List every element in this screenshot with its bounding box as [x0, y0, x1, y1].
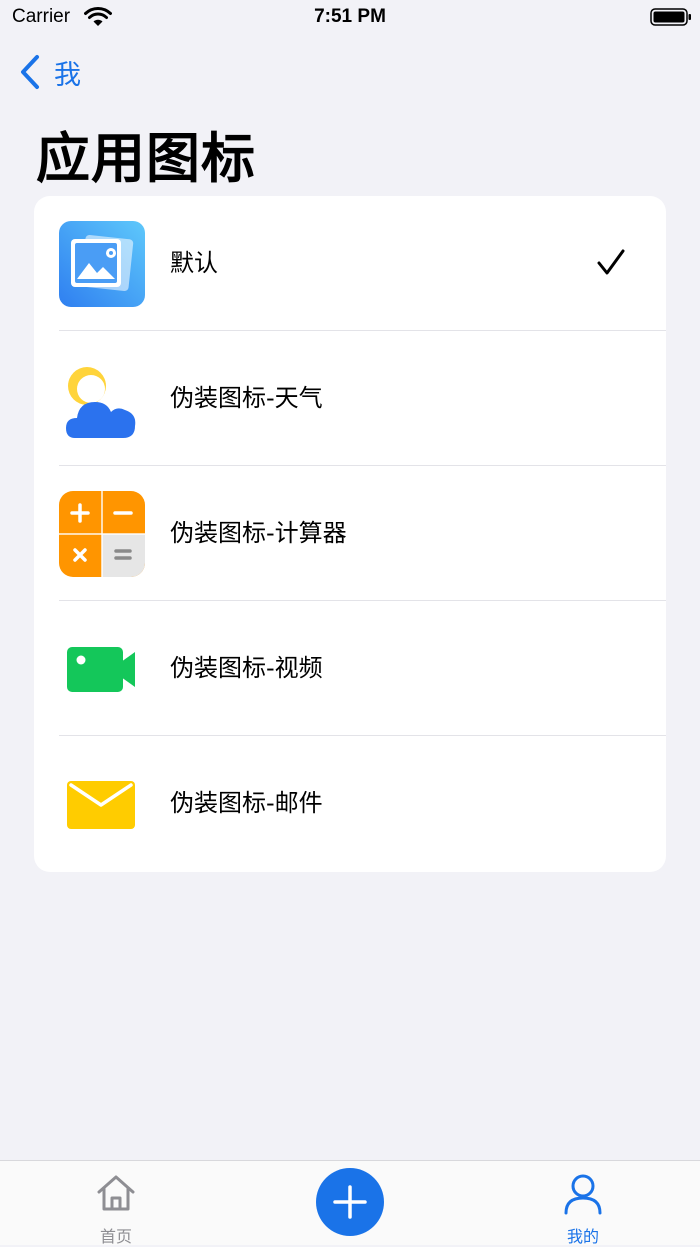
- chevron-left-icon: [21, 55, 39, 89]
- calculator-app-icon: [59, 491, 145, 577]
- icon-option-weather[interactable]: 伪装图标-天气: [34, 331, 666, 466]
- icon-option-video[interactable]: 伪装图标-视频: [34, 601, 666, 736]
- checkmark-icon: [597, 249, 625, 275]
- icon-option-default[interactable]: 默认: [34, 196, 666, 331]
- person-icon: [564, 1174, 602, 1215]
- icon-option-mail[interactable]: 伪装图标-邮件: [34, 736, 666, 871]
- add-button[interactable]: [316, 1168, 384, 1236]
- weather-app-icon: [66, 367, 136, 438]
- video-app-icon: [67, 647, 135, 692]
- back-button[interactable]: 我: [18, 52, 81, 92]
- status-time: 7:51 PM: [314, 6, 386, 27]
- mail-app-icon: [67, 781, 135, 829]
- icon-option-label: 默认: [170, 249, 218, 277]
- status-bar: Carrier 7:51 PM: [0, 0, 700, 40]
- tab-me-label: 我的: [566, 1227, 599, 1246]
- home-icon: [97, 1175, 135, 1211]
- tab-me[interactable]: 我的: [523, 1161, 643, 1246]
- back-label: 我: [54, 59, 81, 91]
- plus-icon: [333, 1185, 367, 1219]
- gallery-app-icon: [59, 221, 145, 307]
- icon-option-label: 伪装图标-计算器: [170, 519, 347, 547]
- page-title: 应用图标: [36, 127, 256, 190]
- icon-option-label: 伪装图标-天气: [170, 384, 323, 412]
- tab-home-label: 首页: [99, 1227, 132, 1246]
- icon-option-calculator[interactable]: 伪装图标-计算器: [34, 466, 666, 601]
- battery-icon: [650, 8, 691, 26]
- icon-option-label: 伪装图标-邮件: [170, 789, 323, 817]
- icon-option-label: 伪装图标-视频: [170, 654, 323, 682]
- app-icon-list: 默认 伪装图标-天气 伪装图标-计算器 伪装图标-视频 伪装图标-邮件: [34, 196, 666, 872]
- tab-home[interactable]: 首页: [56, 1161, 176, 1246]
